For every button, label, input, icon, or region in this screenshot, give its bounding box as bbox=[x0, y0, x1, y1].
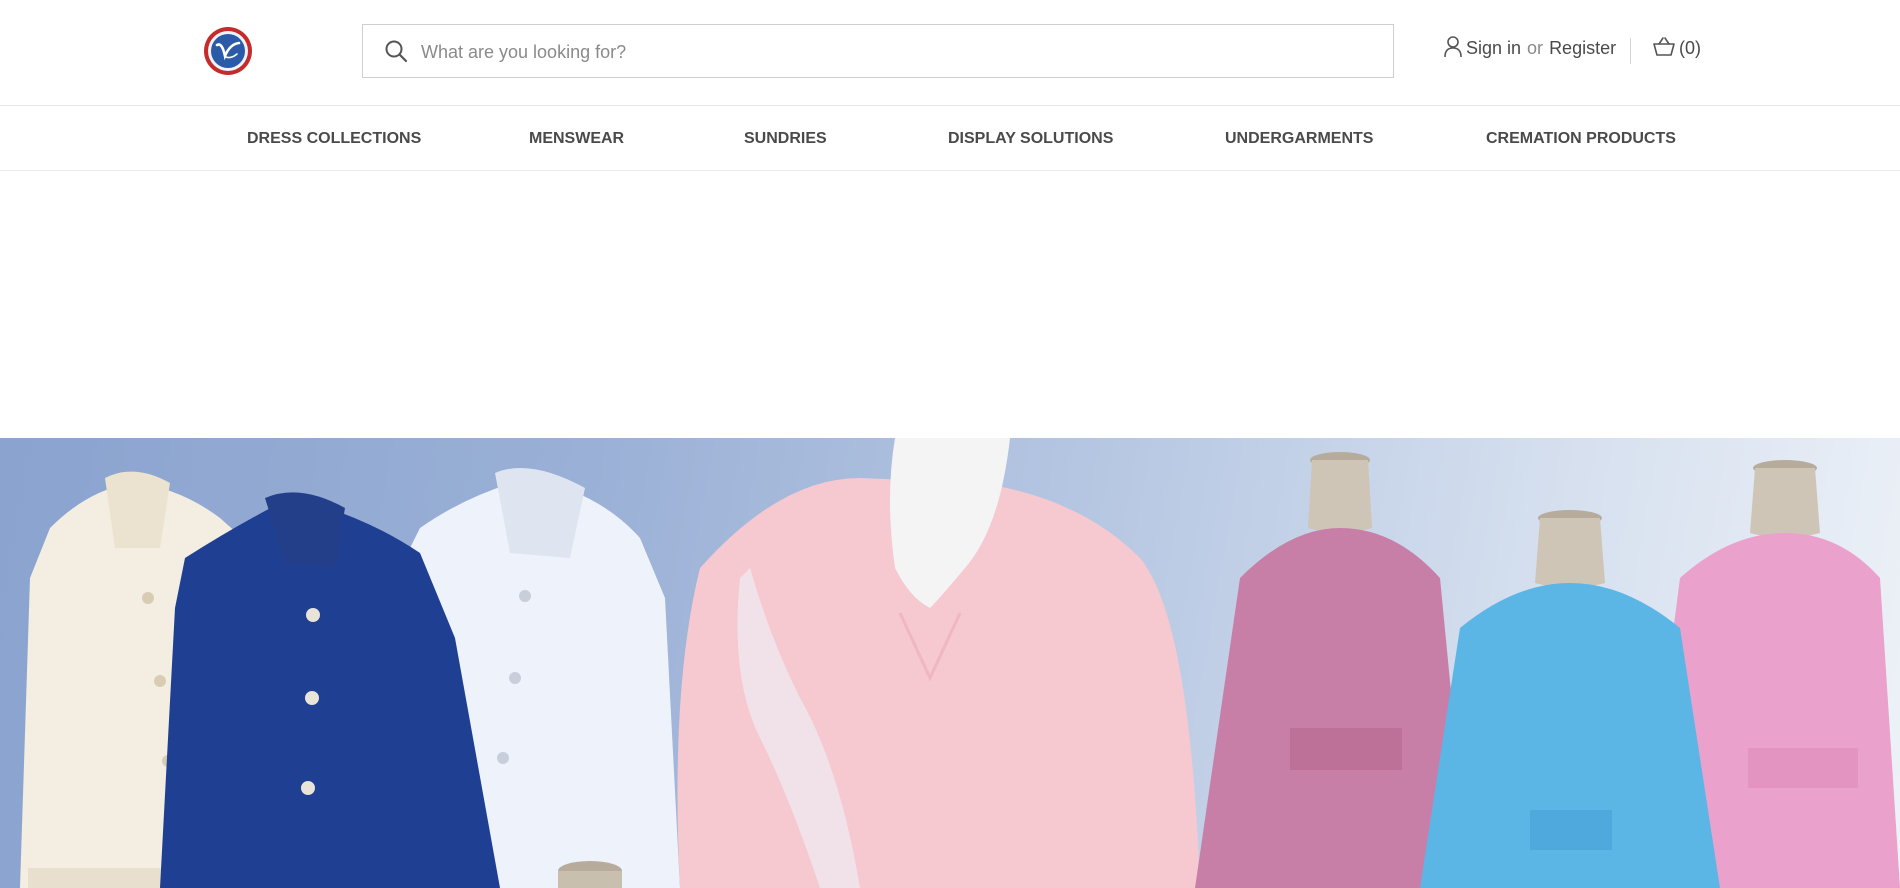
search-icon[interactable] bbox=[384, 39, 408, 63]
site-logo[interactable] bbox=[203, 26, 253, 76]
blue-dress bbox=[1420, 510, 1720, 888]
cart-icon bbox=[1653, 37, 1675, 56]
pink-gown bbox=[677, 438, 1200, 888]
account-or-text: or bbox=[1527, 38, 1544, 58]
header-divider bbox=[1630, 38, 1631, 64]
nav-menswear[interactable]: MENSWEAR bbox=[529, 130, 624, 148]
cart-button[interactable]: (0) bbox=[1652, 37, 1701, 59]
user-icon bbox=[1444, 35, 1462, 57]
site-header: Sign in or Register (0) bbox=[0, 0, 1900, 106]
nav-dress-collections[interactable]: DRESS COLLECTIONS bbox=[247, 130, 421, 148]
sign-in-link[interactable]: Sign in bbox=[1466, 38, 1521, 59]
mauve-dress bbox=[1195, 452, 1470, 888]
hero-banner[interactable] bbox=[0, 438, 1900, 888]
search-box bbox=[362, 24, 1394, 79]
nav-undergarments[interactable]: UNDERGARMENTS bbox=[1225, 130, 1373, 148]
nav-display-solutions[interactable]: DISPLAY SOLUTIONS bbox=[948, 130, 1113, 148]
register-link[interactable]: Register bbox=[1549, 38, 1616, 59]
nav-cremation-products[interactable]: CREMATION PRODUCTS bbox=[1486, 130, 1676, 148]
account-links: Sign in or Register bbox=[1444, 35, 1616, 59]
nav-sundries[interactable]: SUNDRIES bbox=[744, 130, 827, 148]
search-input[interactable] bbox=[419, 25, 1383, 79]
cart-count: (0) bbox=[1679, 38, 1701, 58]
hero-garments-illustration bbox=[20, 438, 1900, 888]
main-navigation: DRESS COLLECTIONS MENSWEAR SUNDRIES DISP… bbox=[0, 106, 1900, 171]
